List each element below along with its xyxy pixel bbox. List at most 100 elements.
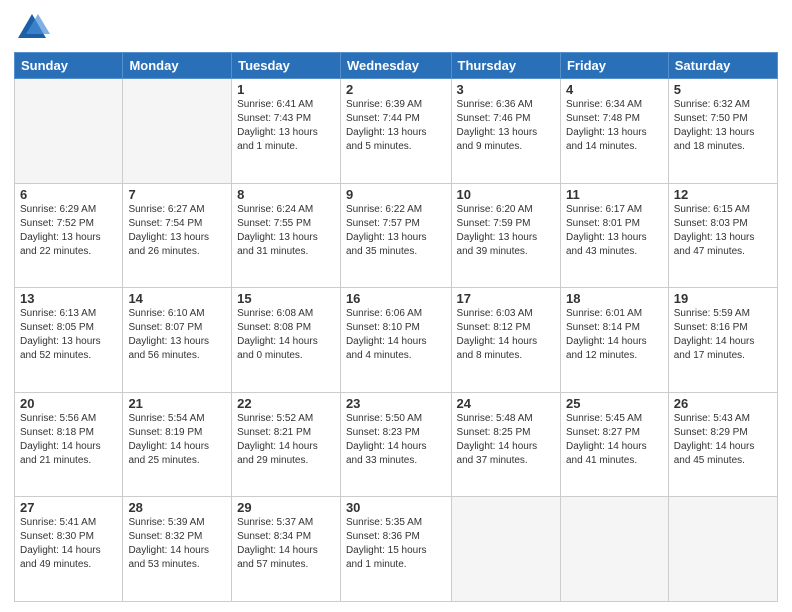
day-number: 11 xyxy=(566,187,663,202)
calendar-cell: 7Sunrise: 6:27 AM Sunset: 7:54 PM Daylig… xyxy=(123,183,232,288)
day-number: 13 xyxy=(20,291,117,306)
weekday-row: SundayMondayTuesdayWednesdayThursdayFrid… xyxy=(15,53,778,79)
calendar-table: SundayMondayTuesdayWednesdayThursdayFrid… xyxy=(14,52,778,602)
weekday-header-wednesday: Wednesday xyxy=(340,53,451,79)
day-number: 3 xyxy=(457,82,555,97)
week-row-3: 13Sunrise: 6:13 AM Sunset: 8:05 PM Dayli… xyxy=(15,288,778,393)
calendar-cell: 29Sunrise: 5:37 AM Sunset: 8:34 PM Dayli… xyxy=(232,497,341,602)
day-number: 16 xyxy=(346,291,446,306)
day-info: Sunrise: 5:56 AM Sunset: 8:18 PM Dayligh… xyxy=(20,412,117,468)
calendar-cell: 12Sunrise: 6:15 AM Sunset: 8:03 PM Dayli… xyxy=(668,183,777,288)
calendar-cell: 23Sunrise: 5:50 AM Sunset: 8:23 PM Dayli… xyxy=(340,392,451,497)
day-info: Sunrise: 5:35 AM Sunset: 8:36 PM Dayligh… xyxy=(346,516,446,572)
day-info: Sunrise: 5:52 AM Sunset: 8:21 PM Dayligh… xyxy=(237,412,335,468)
day-info: Sunrise: 6:03 AM Sunset: 8:12 PM Dayligh… xyxy=(457,307,555,363)
calendar-cell: 6Sunrise: 6:29 AM Sunset: 7:52 PM Daylig… xyxy=(15,183,123,288)
calendar-cell: 28Sunrise: 5:39 AM Sunset: 8:32 PM Dayli… xyxy=(123,497,232,602)
calendar-cell xyxy=(668,497,777,602)
day-info: Sunrise: 6:17 AM Sunset: 8:01 PM Dayligh… xyxy=(566,203,663,259)
weekday-header-sunday: Sunday xyxy=(15,53,123,79)
day-info: Sunrise: 6:20 AM Sunset: 7:59 PM Dayligh… xyxy=(457,203,555,259)
day-info: Sunrise: 6:06 AM Sunset: 8:10 PM Dayligh… xyxy=(346,307,446,363)
calendar-cell: 1Sunrise: 6:41 AM Sunset: 7:43 PM Daylig… xyxy=(232,79,341,184)
day-number: 24 xyxy=(457,396,555,411)
day-info: Sunrise: 5:41 AM Sunset: 8:30 PM Dayligh… xyxy=(20,516,117,572)
day-info: Sunrise: 5:39 AM Sunset: 8:32 PM Dayligh… xyxy=(128,516,226,572)
day-number: 22 xyxy=(237,396,335,411)
day-number: 28 xyxy=(128,500,226,515)
day-info: Sunrise: 6:27 AM Sunset: 7:54 PM Dayligh… xyxy=(128,203,226,259)
day-number: 30 xyxy=(346,500,446,515)
weekday-header-tuesday: Tuesday xyxy=(232,53,341,79)
day-number: 1 xyxy=(237,82,335,97)
calendar-cell: 10Sunrise: 6:20 AM Sunset: 7:59 PM Dayli… xyxy=(451,183,560,288)
day-info: Sunrise: 6:36 AM Sunset: 7:46 PM Dayligh… xyxy=(457,98,555,154)
day-number: 8 xyxy=(237,187,335,202)
day-number: 25 xyxy=(566,396,663,411)
day-info: Sunrise: 6:15 AM Sunset: 8:03 PM Dayligh… xyxy=(674,203,772,259)
calendar-cell xyxy=(15,79,123,184)
day-number: 26 xyxy=(674,396,772,411)
calendar-cell: 13Sunrise: 6:13 AM Sunset: 8:05 PM Dayli… xyxy=(15,288,123,393)
calendar-cell: 25Sunrise: 5:45 AM Sunset: 8:27 PM Dayli… xyxy=(560,392,668,497)
day-number: 19 xyxy=(674,291,772,306)
calendar-body: 1Sunrise: 6:41 AM Sunset: 7:43 PM Daylig… xyxy=(15,79,778,602)
calendar-cell: 22Sunrise: 5:52 AM Sunset: 8:21 PM Dayli… xyxy=(232,392,341,497)
day-number: 21 xyxy=(128,396,226,411)
day-info: Sunrise: 6:24 AM Sunset: 7:55 PM Dayligh… xyxy=(237,203,335,259)
day-number: 29 xyxy=(237,500,335,515)
logo-icon xyxy=(14,10,50,46)
calendar-cell: 4Sunrise: 6:34 AM Sunset: 7:48 PM Daylig… xyxy=(560,79,668,184)
day-number: 12 xyxy=(674,187,772,202)
calendar-cell: 17Sunrise: 6:03 AM Sunset: 8:12 PM Dayli… xyxy=(451,288,560,393)
calendar-cell: 9Sunrise: 6:22 AM Sunset: 7:57 PM Daylig… xyxy=(340,183,451,288)
day-info: Sunrise: 5:48 AM Sunset: 8:25 PM Dayligh… xyxy=(457,412,555,468)
weekday-header-saturday: Saturday xyxy=(668,53,777,79)
day-number: 7 xyxy=(128,187,226,202)
calendar-cell: 11Sunrise: 6:17 AM Sunset: 8:01 PM Dayli… xyxy=(560,183,668,288)
day-info: Sunrise: 6:01 AM Sunset: 8:14 PM Dayligh… xyxy=(566,307,663,363)
week-row-2: 6Sunrise: 6:29 AM Sunset: 7:52 PM Daylig… xyxy=(15,183,778,288)
day-number: 10 xyxy=(457,187,555,202)
calendar-cell: 15Sunrise: 6:08 AM Sunset: 8:08 PM Dayli… xyxy=(232,288,341,393)
day-number: 18 xyxy=(566,291,663,306)
calendar-cell: 3Sunrise: 6:36 AM Sunset: 7:46 PM Daylig… xyxy=(451,79,560,184)
day-info: Sunrise: 6:32 AM Sunset: 7:50 PM Dayligh… xyxy=(674,98,772,154)
calendar-cell: 8Sunrise: 6:24 AM Sunset: 7:55 PM Daylig… xyxy=(232,183,341,288)
day-info: Sunrise: 5:50 AM Sunset: 8:23 PM Dayligh… xyxy=(346,412,446,468)
calendar-cell: 14Sunrise: 6:10 AM Sunset: 8:07 PM Dayli… xyxy=(123,288,232,393)
day-info: Sunrise: 6:10 AM Sunset: 8:07 PM Dayligh… xyxy=(128,307,226,363)
calendar-cell: 16Sunrise: 6:06 AM Sunset: 8:10 PM Dayli… xyxy=(340,288,451,393)
day-info: Sunrise: 5:37 AM Sunset: 8:34 PM Dayligh… xyxy=(237,516,335,572)
day-info: Sunrise: 6:22 AM Sunset: 7:57 PM Dayligh… xyxy=(346,203,446,259)
week-row-1: 1Sunrise: 6:41 AM Sunset: 7:43 PM Daylig… xyxy=(15,79,778,184)
day-number: 15 xyxy=(237,291,335,306)
header xyxy=(14,10,778,46)
calendar-cell xyxy=(123,79,232,184)
day-info: Sunrise: 5:45 AM Sunset: 8:27 PM Dayligh… xyxy=(566,412,663,468)
day-info: Sunrise: 5:43 AM Sunset: 8:29 PM Dayligh… xyxy=(674,412,772,468)
calendar-cell: 5Sunrise: 6:32 AM Sunset: 7:50 PM Daylig… xyxy=(668,79,777,184)
calendar-cell xyxy=(560,497,668,602)
day-info: Sunrise: 6:13 AM Sunset: 8:05 PM Dayligh… xyxy=(20,307,117,363)
logo xyxy=(14,10,54,46)
page: SundayMondayTuesdayWednesdayThursdayFrid… xyxy=(0,0,792,612)
calendar-cell: 30Sunrise: 5:35 AM Sunset: 8:36 PM Dayli… xyxy=(340,497,451,602)
calendar-cell: 18Sunrise: 6:01 AM Sunset: 8:14 PM Dayli… xyxy=(560,288,668,393)
calendar-cell: 19Sunrise: 5:59 AM Sunset: 8:16 PM Dayli… xyxy=(668,288,777,393)
day-info: Sunrise: 6:39 AM Sunset: 7:44 PM Dayligh… xyxy=(346,98,446,154)
weekday-header-monday: Monday xyxy=(123,53,232,79)
weekday-header-friday: Friday xyxy=(560,53,668,79)
day-number: 2 xyxy=(346,82,446,97)
week-row-4: 20Sunrise: 5:56 AM Sunset: 8:18 PM Dayli… xyxy=(15,392,778,497)
day-number: 6 xyxy=(20,187,117,202)
calendar-cell: 21Sunrise: 5:54 AM Sunset: 8:19 PM Dayli… xyxy=(123,392,232,497)
week-row-5: 27Sunrise: 5:41 AM Sunset: 8:30 PM Dayli… xyxy=(15,497,778,602)
day-info: Sunrise: 6:34 AM Sunset: 7:48 PM Dayligh… xyxy=(566,98,663,154)
calendar-cell xyxy=(451,497,560,602)
day-info: Sunrise: 6:08 AM Sunset: 8:08 PM Dayligh… xyxy=(237,307,335,363)
day-number: 20 xyxy=(20,396,117,411)
day-number: 14 xyxy=(128,291,226,306)
weekday-header-thursday: Thursday xyxy=(451,53,560,79)
day-number: 5 xyxy=(674,82,772,97)
